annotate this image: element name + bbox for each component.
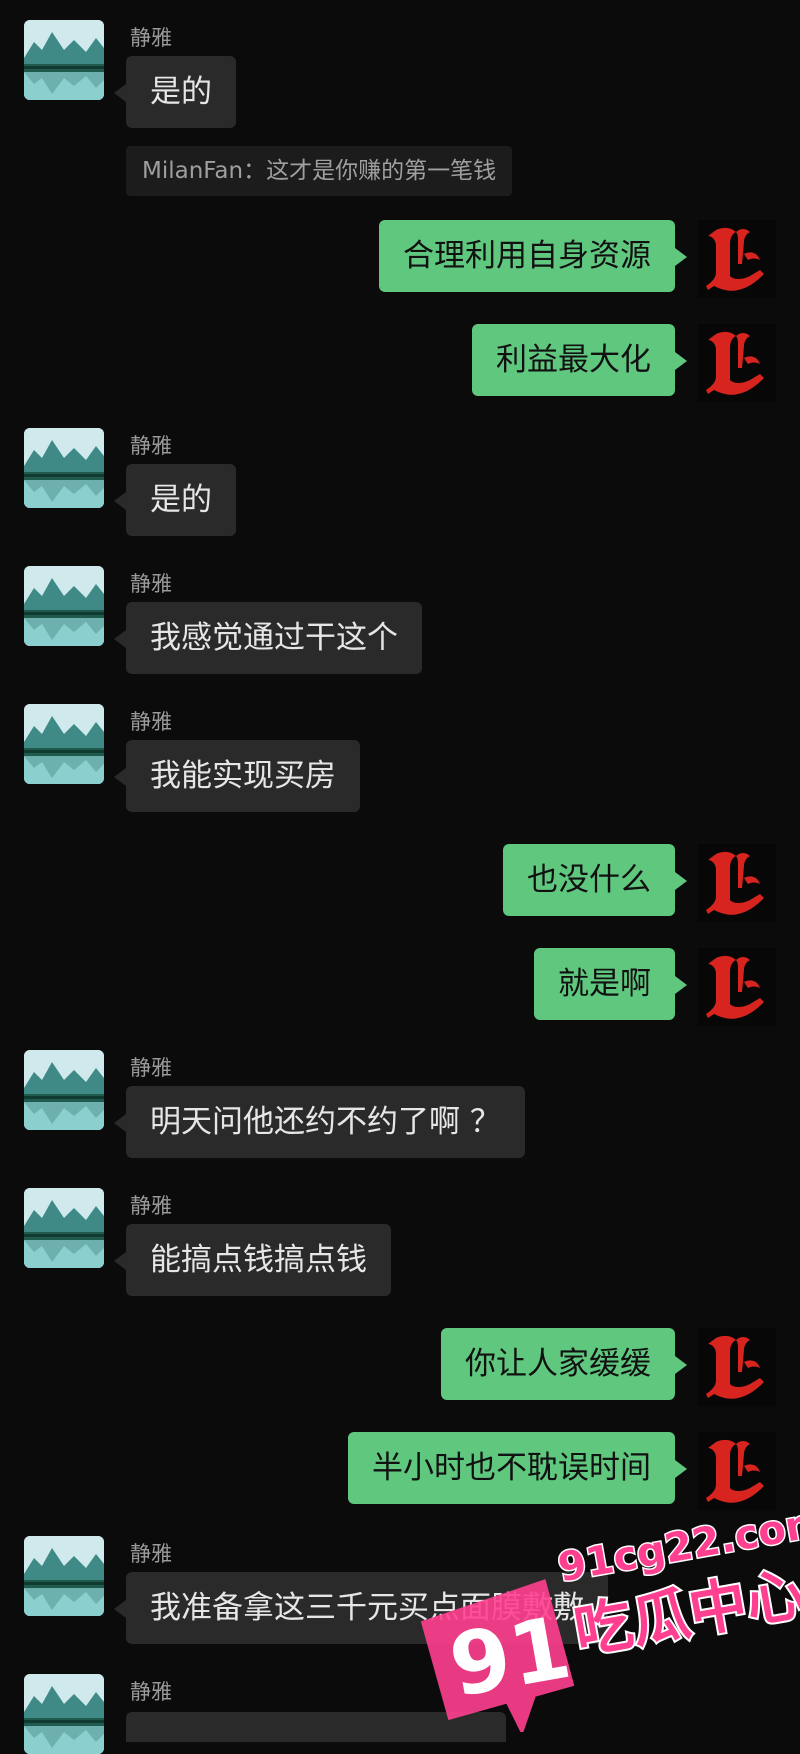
contact-name: 静雅 — [130, 572, 172, 596]
contact-avatar[interactable] — [24, 428, 104, 508]
landscape-avatar-icon — [24, 566, 104, 646]
contact-name: 静雅 — [130, 26, 172, 50]
message-bubble-self[interactable]: 就是啊 — [534, 948, 687, 1020]
contact-avatar[interactable] — [24, 1536, 104, 1616]
landscape-avatar-icon — [24, 428, 104, 508]
contact-avatar[interactable] — [24, 704, 104, 784]
contact-avatar[interactable] — [24, 1188, 104, 1268]
landscape-avatar-icon — [24, 1050, 104, 1130]
message-bubble[interactable]: 是的 — [114, 56, 236, 128]
red-gothic-letter-l-icon — [698, 324, 776, 402]
chat-window: 静雅 是的 MilanFan：这才是你赚的第一笔钱 合理利用自身资源 利益最大化… — [0, 0, 800, 1754]
message-bubble[interactable]: 是的 — [114, 464, 236, 536]
landscape-avatar-icon — [24, 20, 104, 100]
red-gothic-letter-l-icon — [698, 1432, 776, 1510]
self-avatar[interactable] — [698, 1328, 776, 1406]
landscape-avatar-icon — [24, 1188, 104, 1268]
landscape-avatar-icon — [24, 1536, 104, 1616]
landscape-avatar-icon — [24, 1674, 104, 1754]
red-gothic-letter-l-icon — [698, 948, 776, 1026]
contact-avatar[interactable] — [24, 1050, 104, 1130]
message-bubble[interactable]: 我能实现买房 — [114, 740, 360, 812]
message-bubble-self[interactable]: 你让人家缓缓 — [441, 1328, 687, 1400]
contact-name: 静雅 — [130, 1680, 172, 1704]
contact-avatar[interactable] — [24, 566, 104, 646]
contact-avatar[interactable] — [24, 1674, 104, 1754]
message-bubble[interactable]: 我感觉通过干这个 — [114, 602, 422, 674]
landscape-avatar-icon — [24, 704, 104, 784]
self-avatar[interactable] — [698, 1432, 776, 1510]
red-gothic-letter-l-icon — [698, 1328, 776, 1406]
contact-name: 静雅 — [130, 1056, 172, 1080]
contact-name: 静雅 — [130, 710, 172, 734]
contact-name: 静雅 — [130, 1194, 172, 1218]
self-avatar[interactable] — [698, 948, 776, 1026]
self-avatar[interactable] — [698, 220, 776, 298]
message-bubble[interactable]: 能搞点钱搞点钱 — [114, 1224, 391, 1296]
message-bubble[interactable]: 明天问他还约不约了啊 ？ — [114, 1086, 525, 1158]
contact-name: 静雅 — [130, 1542, 172, 1566]
contact-avatar[interactable] — [24, 20, 104, 100]
self-avatar[interactable] — [698, 324, 776, 402]
message-bubble-self[interactable]: 半小时也不耽误时间 — [348, 1432, 687, 1504]
message-bubble-self[interactable]: 利益最大化 — [472, 324, 687, 396]
message-bubble-self[interactable]: 合理利用自身资源 — [379, 220, 687, 292]
quoted-message[interactable]: MilanFan：这才是你赚的第一笔钱 — [126, 146, 513, 196]
message-bubble[interactable]: 我准备拿这三千元买点面膜敷敷 — [114, 1572, 608, 1644]
red-gothic-letter-l-icon — [698, 220, 776, 298]
contact-name: 静雅 — [130, 434, 172, 458]
message-bubble-self[interactable]: 也没什么 — [503, 844, 687, 916]
message-bubble-partial — [126, 1712, 506, 1742]
self-avatar[interactable] — [698, 844, 776, 922]
red-gothic-letter-l-icon — [698, 844, 776, 922]
